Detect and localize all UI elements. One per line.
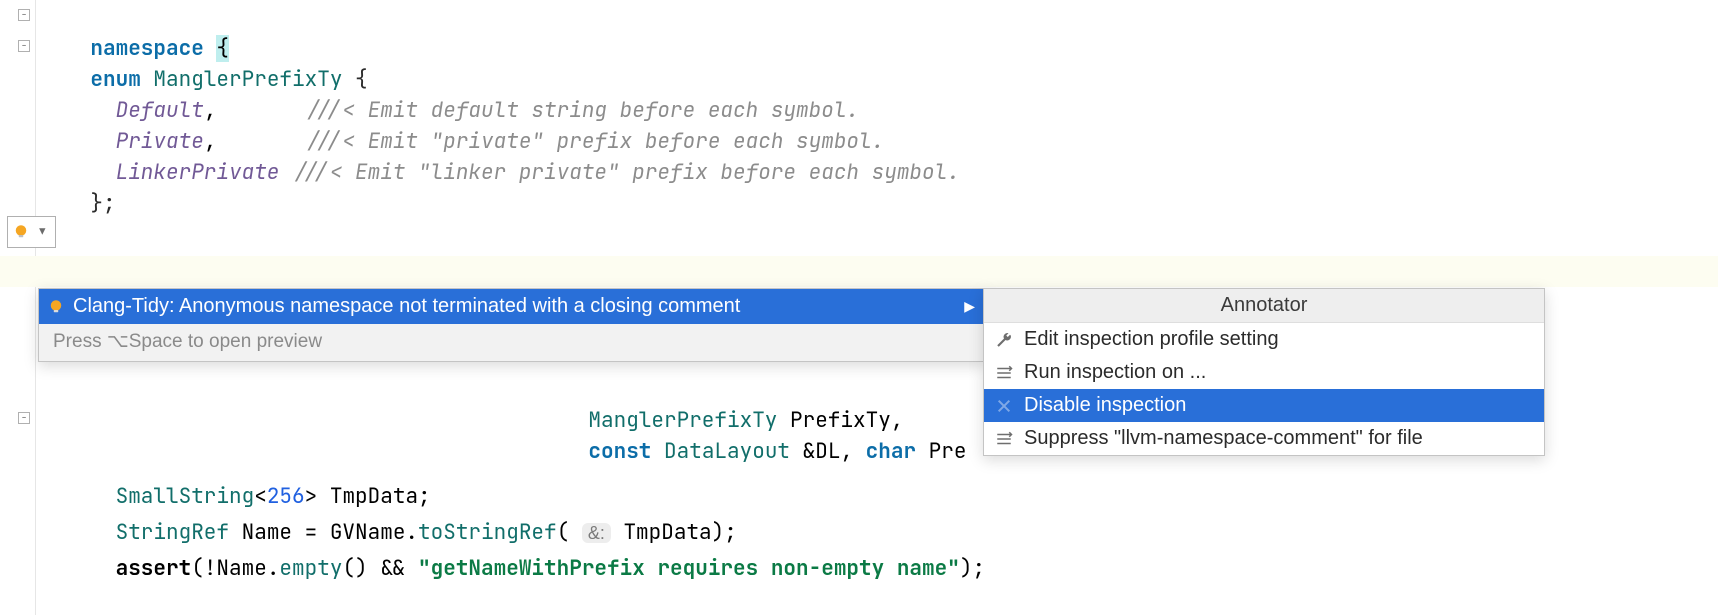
fold-marker-icon[interactable]: − (18, 40, 32, 54)
inspection-item[interactable]: Clang-Tidy: Anonymous namespace not term… (39, 289, 985, 324)
close-icon (994, 396, 1014, 416)
menu-item-suppress[interactable]: Suppress "llvm-namespace-comment" for fi… (984, 422, 1544, 455)
code-line[interactable]: SmallString<256> TmpData; (40, 450, 431, 481)
string-literal: "getNameWithPrefix requires non-empty na… (418, 555, 960, 582)
code-line[interactable]: ManglerPrefixTy PrefixTy, (538, 374, 903, 405)
intention-bulb[interactable]: ▾ (7, 216, 56, 248)
fold-marker-icon[interactable]: − (18, 412, 32, 426)
code-line[interactable]: } (40, 256, 103, 287)
menu-item-label: Disable inspection (1024, 394, 1186, 417)
enum-const: LinkerPrivate (116, 159, 280, 186)
chevron-down-icon: ▾ (36, 219, 49, 246)
inspection-popup[interactable]: Clang-Tidy: Anonymous namespace not term… (38, 288, 986, 362)
code-line[interactable]: assert(!Name.empty() && "getNameWithPref… (40, 522, 985, 553)
menu-item-run-inspection[interactable]: Run inspection on ... (984, 356, 1544, 389)
menu-item-label: Edit inspection profile setting (1024, 328, 1279, 351)
hint-text: Press ⌥Space to open preview (39, 324, 985, 361)
warning-highlight (0, 256, 1718, 287)
code-line[interactable]: }; (40, 157, 116, 188)
suppress-icon (994, 429, 1014, 449)
function-call: empty (279, 555, 342, 582)
chevron-right-icon: ▶ (964, 298, 975, 315)
code-text: }; (90, 190, 115, 217)
keyword: const (588, 438, 664, 465)
code-line[interactable]: const DataLayout &DL, char Pre (538, 405, 966, 436)
code-line[interactable]: StringRef Name = GVName.toStringRef( &: … (40, 486, 737, 517)
wrench-icon (994, 330, 1014, 350)
menu-item-disable-inspection[interactable]: Disable inspection (984, 389, 1544, 422)
keyword: char (866, 438, 916, 465)
lightbulb-icon (12, 223, 30, 241)
code-line[interactable]: LinkerPrivate ///< Emit "linker private"… (40, 126, 960, 157)
editor-gutter: − − − − − (0, 0, 36, 615)
code-editor[interactable]: − − − − − namespace { enum ManglerPrefix… (0, 0, 1718, 615)
menu-item-edit-profile[interactable]: Edit inspection profile setting (984, 323, 1544, 356)
annotator-submenu[interactable]: Annotator Edit inspection profile settin… (983, 288, 1545, 456)
menu-item-label: Suppress "llvm-namespace-comment" for fi… (1024, 427, 1423, 450)
code-line[interactable]: enum ManglerPrefixTy { (40, 33, 368, 64)
function-call: assert (116, 555, 192, 582)
submenu-title: Annotator (984, 289, 1544, 323)
code-line[interactable]: Private, ///< Emit "private" prefix befo… (40, 95, 884, 126)
code-line[interactable]: namespace { (40, 2, 229, 33)
comment: ///< Emit "linker private" prefix before… (292, 159, 960, 186)
inspection-title: Clang-Tidy: Anonymous namespace not term… (73, 295, 740, 318)
lightbulb-icon (47, 298, 65, 316)
fold-marker-icon[interactable]: − (18, 9, 32, 23)
code-line[interactable]: Default, ///< Emit default string before… (40, 64, 859, 95)
menu-item-label: Run inspection on ... (1024, 361, 1206, 384)
run-icon (994, 363, 1014, 383)
type-name: DataLayout (664, 438, 790, 465)
